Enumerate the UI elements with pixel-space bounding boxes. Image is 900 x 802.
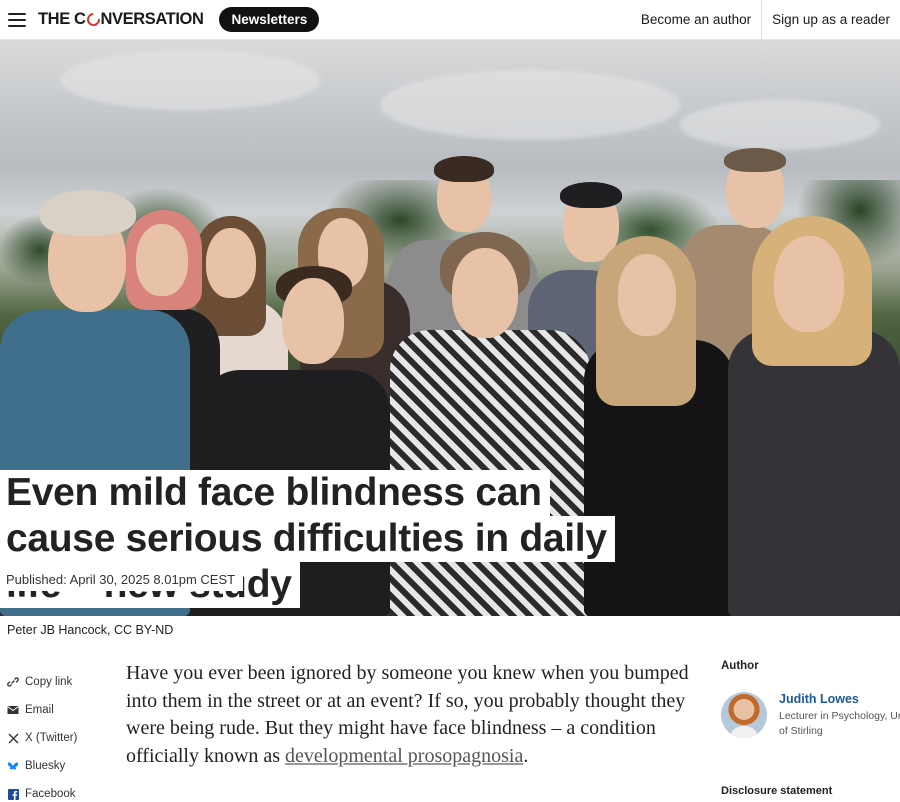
prosopagnosia-link[interactable]: developmental prosopagnosia [285, 745, 523, 767]
become-author-link[interactable]: Become an author [631, 0, 761, 40]
cloud-shape [60, 50, 320, 110]
share-label: Facebook [25, 788, 76, 800]
share-facebook[interactable]: Facebook [7, 780, 117, 802]
hero-image: Even mild face blindness can cause serio… [0, 40, 900, 616]
published-date: Published: April 30, 2025 8.01pm CEST [0, 568, 244, 591]
headline-line-1: Even mild face blindness can [0, 470, 550, 516]
sign-up-link[interactable]: Sign up as a reader [761, 0, 900, 40]
logo-o-icon [83, 10, 103, 29]
newsletters-button[interactable]: Newsletters [219, 7, 320, 32]
author-name-link[interactable]: Judith Lowes [779, 692, 900, 706]
author-role-line-1: Lecturer in Psychology, Ur [779, 710, 900, 722]
avatar[interactable] [721, 692, 767, 738]
author-info: Judith Lowes Lecturer in Psychology, Ur … [779, 692, 900, 738]
share-list: Copy link Email X (Twitter) Bluesky Face… [7, 668, 117, 802]
site-logo[interactable]: THE C NVERSATION [38, 10, 204, 29]
logo-text-right: NVERSATION [100, 10, 204, 28]
share-email[interactable]: Email [7, 696, 117, 724]
share-x-twitter[interactable]: X (Twitter) [7, 724, 117, 752]
disclosure-statement-link[interactable]: Disclosure statement [721, 785, 832, 797]
image-credit: Peter JB Hancock, CC BY-ND [7, 623, 174, 637]
logo-text-left: THE C [38, 10, 86, 28]
article-paragraph: Have you ever been ignored by someone yo… [126, 660, 706, 770]
x-icon [7, 732, 19, 744]
paragraph-end: . [523, 744, 529, 767]
bluesky-icon [7, 760, 19, 772]
link-icon [7, 676, 19, 688]
article-body: Have you ever been ignored by someone yo… [126, 660, 706, 770]
facebook-icon [7, 788, 19, 800]
cloud-shape [380, 70, 680, 140]
share-copy-link[interactable]: Copy link [7, 668, 117, 696]
share-bluesky[interactable]: Bluesky [7, 752, 117, 780]
menu-icon[interactable] [8, 12, 26, 27]
site-header: THE C NVERSATION Newsletters Become an au… [0, 0, 900, 40]
share-label: X (Twitter) [25, 732, 78, 744]
cloud-shape [680, 100, 880, 150]
email-icon [7, 704, 19, 716]
author-card: Judith Lowes Lecturer in Psychology, Ur … [721, 692, 900, 738]
share-label: Copy link [25, 676, 73, 688]
header-actions: Become an author Sign up as a reader [631, 0, 900, 40]
share-label: Bluesky [25, 760, 66, 772]
author-heading: Author [721, 660, 759, 672]
headline-line-2: cause serious difficulties in daily [0, 516, 615, 562]
author-sidebar: Author Judith Lowes Lecturer in Psycholo… [721, 660, 900, 797]
share-label: Email [25, 704, 54, 716]
author-role-line-2: of Stirling [779, 724, 823, 737]
